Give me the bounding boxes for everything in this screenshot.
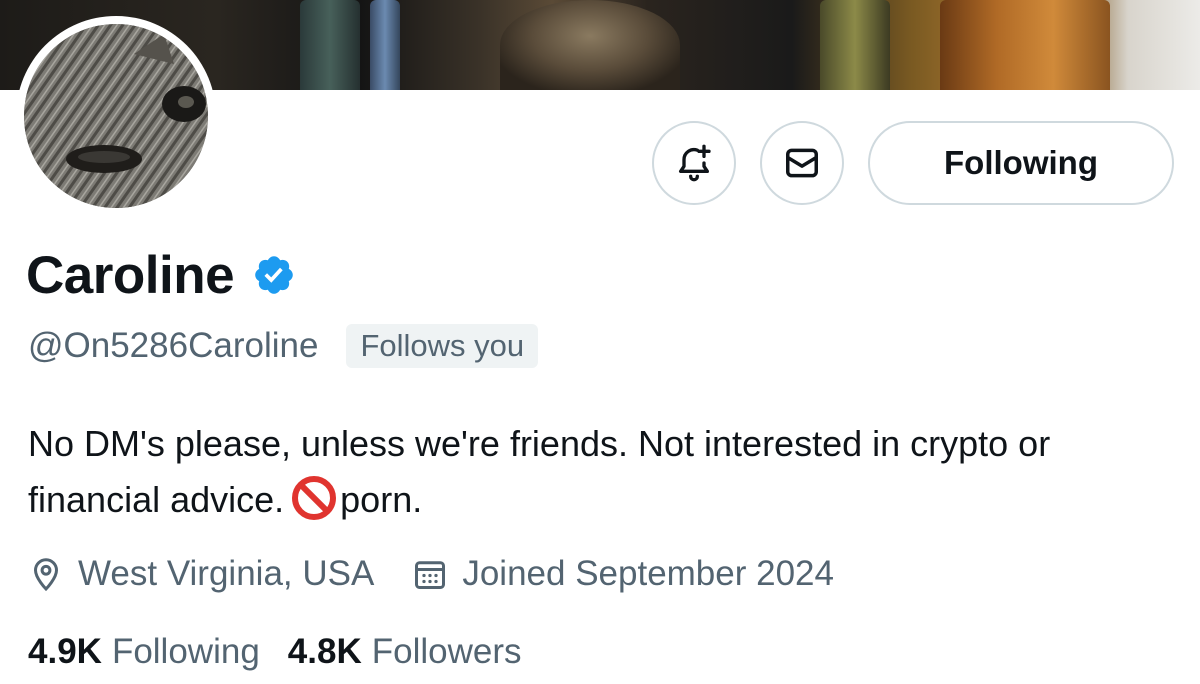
profile-meta: West Virginia, USA Joined September 2024: [28, 550, 834, 598]
join-date: Joined September 2024: [412, 554, 834, 594]
following-label: Following: [111, 632, 260, 671]
banner-bottle: [300, 0, 360, 90]
profile-bio: No DM's please, unless we're friends. No…: [28, 416, 1168, 528]
join-date-text: Joined September 2024: [462, 554, 834, 593]
bio-text: No DM's please, unless we're friends. No…: [28, 423, 1051, 520]
location-text: West Virginia, USA: [78, 554, 375, 593]
notifications-button[interactable]: [652, 121, 736, 205]
followers-label: Followers: [371, 632, 522, 671]
location: West Virginia, USA: [28, 554, 374, 594]
banner-bottle: [940, 0, 1110, 90]
follows-you-badge: Follows you: [346, 324, 539, 368]
following-count: 4.9K: [28, 632, 102, 671]
profile-page: Following Caroline @On5286Caroline Follo…: [0, 0, 1200, 684]
display-name: Caroline: [26, 245, 235, 305]
calendar-icon: [415, 561, 446, 589]
envelope-icon: [786, 148, 818, 178]
location-pin-icon: [33, 558, 59, 592]
following-stat[interactable]: 4.9K Following: [28, 632, 260, 672]
follow-stats: 4.9K Following 4.8K Followers: [28, 628, 522, 676]
avatar[interactable]: [16, 16, 216, 216]
message-button[interactable]: [760, 121, 844, 205]
followers-stat[interactable]: 4.8K Followers: [288, 632, 522, 672]
verified-badge-icon: [255, 256, 293, 294]
banner-bottle: [500, 0, 680, 90]
banner-bottle: [820, 0, 890, 90]
bio-text-end: porn.: [340, 479, 423, 520]
banner-bottle: [370, 0, 400, 90]
handle-row: @On5286Caroline Follows you: [28, 320, 539, 372]
user-handle: @On5286Caroline: [28, 326, 319, 365]
name-row: Caroline: [26, 240, 296, 310]
prohibited-icon: [292, 476, 337, 520]
avatar-image: [24, 24, 208, 208]
bell-plus-icon: [679, 144, 711, 182]
following-button[interactable]: Following: [868, 121, 1174, 205]
followers-count: 4.8K: [287, 632, 362, 671]
